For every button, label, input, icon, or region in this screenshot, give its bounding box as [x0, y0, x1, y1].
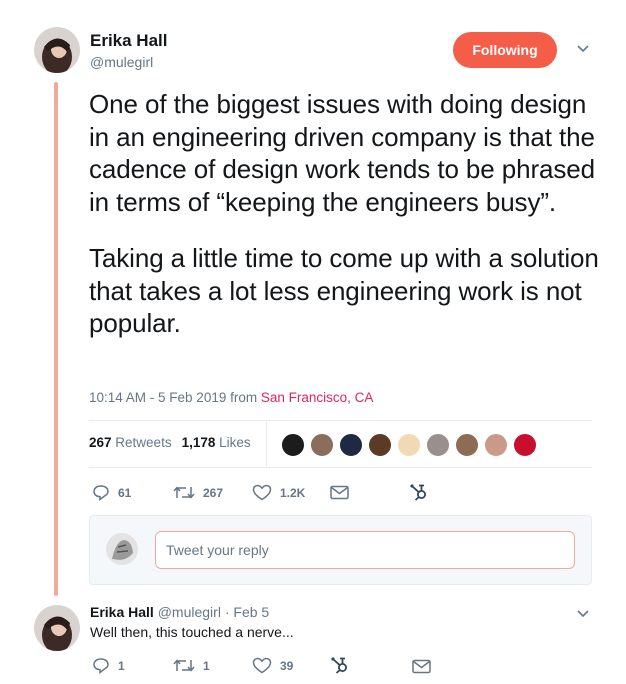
mail-icon: [412, 659, 431, 674]
retweet-icon: [173, 486, 195, 499]
divider: [89, 420, 592, 421]
reply-icon: [93, 658, 109, 674]
retweet-button[interactable]: 1: [173, 657, 210, 674]
avatar[interactable]: [34, 27, 80, 73]
following-button[interactable]: Following: [453, 32, 557, 68]
divider: [266, 420, 267, 467]
timestamp[interactable]: 10:14 AM - 5 Feb 2019 from: [89, 390, 261, 405]
tweet-meta: 10:14 AM - 5 Feb 2019 from San Francisco…: [89, 390, 373, 405]
reply-author-handle[interactable]: @mulegirl: [158, 604, 221, 620]
reply-input[interactable]: Tweet your reply: [155, 531, 575, 569]
direct-message-button[interactable]: [412, 659, 431, 674]
avatar[interactable]: [397, 433, 421, 457]
tweet-text: One of the biggest issues with doing des…: [89, 88, 599, 340]
chevron-down-icon[interactable]: [576, 606, 590, 624]
avatar[interactable]: [281, 433, 305, 457]
reply-author-name[interactable]: Erika Hall: [90, 604, 154, 620]
author-name[interactable]: Erika Hall: [90, 31, 168, 51]
avatar: [106, 533, 138, 565]
divider: [89, 467, 592, 468]
avatar[interactable]: [426, 433, 450, 457]
avatar[interactable]: [455, 433, 479, 457]
reply-text: Well then, this touched a nerve...: [90, 624, 294, 640]
tweet-paragraph: Taking a little time to come up with a s…: [89, 243, 599, 338]
reply-header: Erika Hall @mulegirl · Feb 5: [90, 604, 269, 620]
hubspot-button[interactable]: [409, 482, 429, 502]
location-link[interactable]: San Francisco, CA: [261, 390, 374, 405]
heart-icon: [252, 484, 272, 501]
tweet-paragraph: One of the biggest issues with doing des…: [89, 89, 596, 217]
retweets-stat[interactable]: 267 Retweets: [89, 435, 172, 450]
avatar[interactable]: [484, 433, 508, 457]
tweet-stats: 267 Retweets 1,178 Likes: [89, 435, 251, 450]
avatar[interactable]: [513, 433, 537, 457]
separator: ·: [224, 604, 230, 620]
avatar[interactable]: [368, 433, 392, 457]
author-handle[interactable]: @mulegirl: [90, 54, 153, 70]
chevron-down-icon[interactable]: [576, 41, 590, 59]
hubspot-icon: [410, 484, 426, 501]
heart-icon: [252, 657, 272, 674]
like-button[interactable]: 39: [252, 657, 293, 674]
thread-line: [54, 82, 58, 596]
hubspot-button[interactable]: [330, 655, 350, 675]
avatar[interactable]: [34, 605, 80, 651]
reply-button[interactable]: 61: [92, 484, 131, 501]
avatar[interactable]: [310, 433, 334, 457]
reply-date[interactable]: Feb 5: [233, 604, 269, 620]
mail-icon: [330, 485, 349, 500]
hubspot-icon: [331, 657, 347, 674]
retweet-icon: [173, 659, 195, 672]
like-button[interactable]: 1.2K: [252, 484, 305, 501]
likes-stat[interactable]: 1,178 Likes: [182, 435, 251, 450]
reply-icon: [93, 485, 109, 501]
retweet-button[interactable]: 267: [173, 484, 223, 501]
reply-button[interactable]: 1: [92, 657, 125, 674]
direct-message-button[interactable]: [330, 485, 349, 500]
avatar[interactable]: [339, 433, 363, 457]
